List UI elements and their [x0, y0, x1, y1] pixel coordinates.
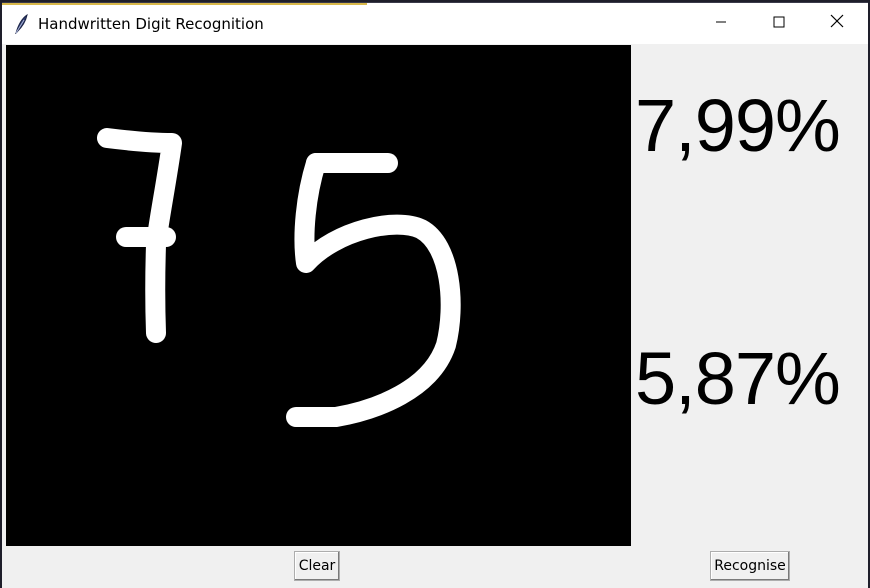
- prediction-2: 5,87%: [635, 337, 841, 420]
- drawing-canvas[interactable]: [6, 45, 631, 546]
- window-title: Handwritten Digit Recognition: [38, 15, 264, 33]
- digit-5-body-stroke: [286, 153, 461, 427]
- close-button[interactable]: [808, 3, 866, 44]
- app-window: Handwritten Digit Recognition 7,99% 5,87…: [2, 2, 868, 588]
- maximize-icon: [773, 15, 785, 33]
- minimize-button[interactable]: [692, 3, 750, 44]
- accent-bar: [2, 3, 367, 5]
- title-bar[interactable]: Handwritten Digit Recognition: [2, 3, 868, 44]
- recognise-button[interactable]: Recognise: [710, 551, 790, 581]
- clear-button[interactable]: Clear: [294, 551, 340, 581]
- feather-icon: [12, 13, 30, 35]
- maximize-button[interactable]: [750, 3, 808, 44]
- close-icon: [830, 14, 844, 33]
- minimize-icon: [715, 15, 727, 33]
- prediction-1: 7,99%: [635, 84, 841, 167]
